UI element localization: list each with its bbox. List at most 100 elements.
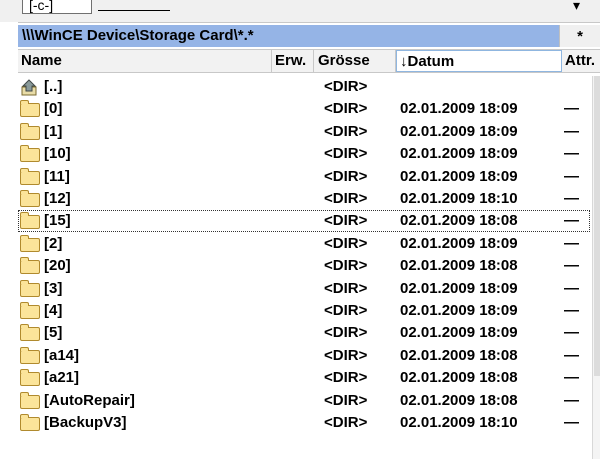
file-attr: —: [564, 234, 579, 252]
file-row[interactable]: [..] <DIR>: [18, 76, 590, 98]
window-left-edge: [0, 22, 18, 459]
file-attr: —: [564, 100, 579, 118]
file-name: [0]: [44, 100, 63, 118]
file-attr: —: [564, 145, 579, 163]
file-name: [a14]: [44, 346, 80, 364]
file-row[interactable]: [0] <DIR> 02.01.2009 18:09 —: [18, 98, 590, 120]
file-date: 02.01.2009 18:10: [400, 414, 518, 431]
drive-toolbar: [-c-] ▾: [0, 0, 600, 23]
file-size: <DIR>: [324, 414, 368, 431]
file-date: 02.01.2009 18:09: [400, 167, 518, 185]
up-arrow-icon: [20, 79, 42, 96]
column-date[interactable]: ↓Datum: [396, 50, 562, 72]
file-date: 02.01.2009 18:08: [400, 391, 518, 409]
file-date: 02.01.2009 18:09: [400, 302, 518, 319]
folder-icon: [20, 391, 42, 410]
folder-icon: [20, 190, 42, 208]
folder-icon: [20, 279, 42, 298]
folder-icon: [20, 167, 42, 186]
file-size: <DIR>: [324, 391, 368, 409]
file-name: [10]: [44, 145, 71, 163]
file-attr: —: [564, 302, 579, 319]
file-size: <DIR>: [324, 346, 368, 364]
file-size: <DIR>: [324, 324, 368, 342]
folder-icon: [20, 257, 42, 275]
file-row[interactable]: [12] <DIR> 02.01.2009 18:10 —: [18, 188, 590, 210]
column-name[interactable]: Name: [18, 50, 272, 72]
file-size: <DIR>: [324, 234, 368, 252]
drive-info: [98, 0, 170, 11]
file-row[interactable]: [4] <DIR> 02.01.2009 18:09 —: [18, 300, 590, 322]
file-attr: —: [564, 257, 579, 275]
file-name: [2]: [44, 234, 63, 252]
file-attr: —: [564, 167, 579, 185]
file-date: 02.01.2009 18:09: [400, 122, 518, 140]
folder-icon: [20, 369, 42, 387]
file-date: 02.01.2009 18:10: [400, 190, 518, 207]
file-row[interactable]: [BackupV3] <DIR> 02.01.2009 18:10 —: [18, 412, 590, 434]
file-row[interactable]: [20] <DIR> 02.01.2009 18:08 —: [18, 255, 590, 277]
file-size: <DIR>: [324, 167, 368, 185]
current-path: \\\WinCE Device\Storage Card\*.*: [22, 27, 254, 44]
file-manager-window: [-c-] ▾ \\\WinCE Device\Storage Card\*.*…: [0, 0, 600, 459]
file-name: [15]: [44, 212, 71, 230]
file-size: <DIR>: [324, 145, 368, 163]
file-row[interactable]: [a21] <DIR> 02.01.2009 18:08 —: [18, 367, 590, 389]
column-attr[interactable]: Attr.: [562, 50, 600, 72]
file-attr: —: [564, 369, 579, 387]
file-name: [BackupV3]: [44, 414, 127, 431]
file-list[interactable]: [..] <DIR> [0] <DIR> 02.01.2009 18:09 — [1] <DI…: [18, 76, 590, 459]
folder-icon: [20, 234, 42, 253]
file-date: 02.01.2009 18:09: [400, 279, 518, 297]
file-size: <DIR>: [324, 369, 368, 387]
file-date: 02.01.2009 18:08: [400, 212, 518, 230]
drive-selector[interactable]: [-c-]: [22, 0, 92, 14]
column-size[interactable]: Grösse: [314, 50, 396, 72]
file-row[interactable]: [AutoRepair] <DIR> 02.01.2009 18:08 —: [18, 390, 590, 412]
file-attr: —: [564, 391, 579, 409]
column-header: Name Erw. Grösse ↓Datum Attr.: [18, 49, 600, 73]
file-size: <DIR>: [324, 212, 368, 230]
folder-icon: [20, 122, 42, 141]
file-row[interactable]: [a14] <DIR> 02.01.2009 18:08 —: [18, 345, 590, 367]
file-date: 02.01.2009 18:09: [400, 145, 518, 163]
path-filter-button[interactable]: *: [559, 25, 600, 47]
file-row[interactable]: [1] <DIR> 02.01.2009 18:09 —: [18, 121, 590, 143]
file-name: [12]: [44, 190, 71, 207]
column-ext[interactable]: Erw.: [272, 50, 314, 72]
folder-icon: [20, 145, 42, 163]
file-row[interactable]: [3] <DIR> 02.01.2009 18:09 —: [18, 278, 590, 300]
scrollbar-thumb[interactable]: [594, 76, 600, 376]
file-attr: —: [564, 414, 579, 431]
file-size: <DIR>: [324, 279, 368, 297]
file-name: [..]: [44, 78, 63, 95]
file-row[interactable]: [11] <DIR> 02.01.2009 18:09 —: [18, 166, 590, 188]
file-row[interactable]: [2] <DIR> 02.01.2009 18:09 —: [18, 233, 590, 255]
file-name: [5]: [44, 324, 63, 342]
file-attr: —: [564, 346, 579, 364]
vertical-scrollbar[interactable]: [592, 76, 600, 459]
folder-icon: [20, 324, 42, 342]
file-row[interactable]: [15] <DIR> 02.01.2009 18:08 —: [18, 210, 590, 233]
file-name: [11]: [44, 167, 70, 185]
file-size: <DIR>: [324, 78, 368, 95]
file-attr: —: [564, 190, 579, 207]
file-attr: —: [564, 279, 579, 297]
file-attr: —: [564, 324, 579, 342]
file-date: 02.01.2009 18:08: [400, 346, 518, 364]
folder-icon: [20, 100, 42, 118]
folder-icon: [20, 414, 42, 432]
file-size: <DIR>: [324, 122, 368, 140]
file-name: [4]: [44, 302, 63, 319]
folder-icon: [20, 302, 42, 320]
toolbar-dropdown-icon[interactable]: ▾: [573, 0, 580, 12]
file-date: 02.01.2009 18:09: [400, 100, 518, 118]
file-size: <DIR>: [324, 302, 368, 319]
file-attr: —: [564, 122, 579, 140]
file-row[interactable]: [10] <DIR> 02.01.2009 18:09 —: [18, 143, 590, 165]
file-row[interactable]: [5] <DIR> 02.01.2009 18:09 —: [18, 322, 590, 344]
file-date: 02.01.2009 18:09: [400, 324, 518, 342]
file-name: [AutoRepair]: [44, 391, 135, 409]
path-bar[interactable]: \\\WinCE Device\Storage Card\*.* *: [18, 25, 600, 47]
file-size: <DIR>: [324, 190, 368, 207]
